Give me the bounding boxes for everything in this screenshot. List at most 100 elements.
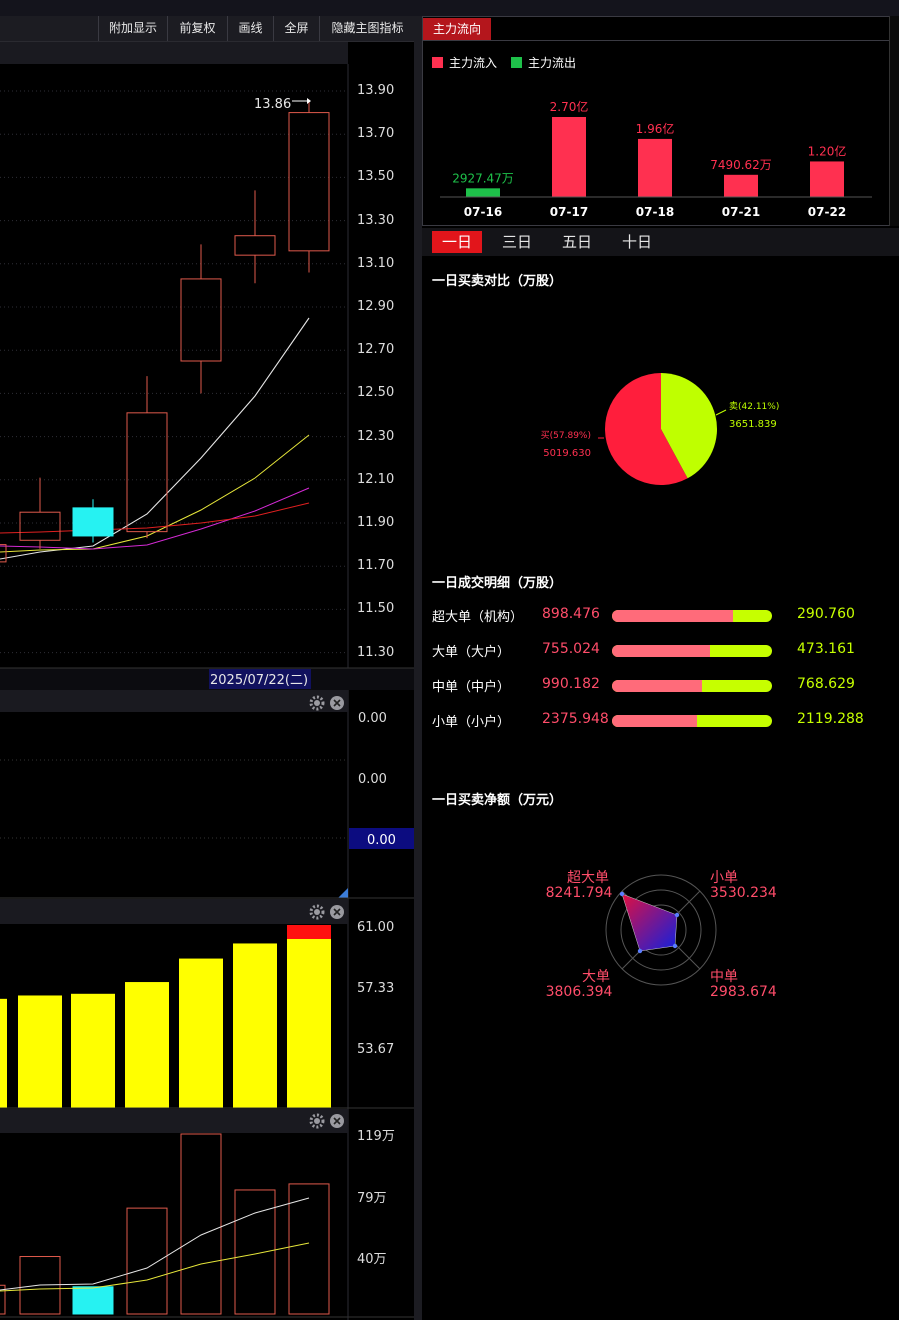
detail-row-ratio-bar — [612, 645, 772, 657]
flow-date-label: 07-22 — [808, 205, 846, 219]
indicator2-bar — [0, 998, 7, 1108]
detail-row-buy: 755.024 — [542, 641, 600, 657]
pie-sell-label: 卖(42.11%) — [729, 401, 779, 412]
flow-date-label: 07-18 — [636, 205, 674, 219]
toolbar-adjust-button[interactable]: 前复权 — [167, 16, 227, 41]
indicator1-close-icon[interactable] — [330, 696, 344, 710]
price-axis-label: 13.90 — [357, 83, 395, 98]
price-axis-label: 11.30 — [357, 644, 395, 660]
pie-buy-value: 5019.630 — [543, 448, 591, 459]
tab-main-flow[interactable]: 主力流向 — [423, 18, 491, 40]
radar-value-2: 2983.674 — [710, 984, 777, 1000]
price-axis-label: 13.10 — [357, 255, 395, 271]
price-axis-label: 12.70 — [357, 342, 395, 358]
pie-buy-label: 买(57.89%) — [541, 430, 591, 441]
price-axis-label: 13.70 — [357, 126, 395, 142]
resize-corner-icon[interactable] — [338, 888, 348, 898]
detail-row-label: 小单（小户） — [432, 715, 511, 730]
flow-bar-label: 7490.62万 — [710, 158, 772, 172]
indicator2-label-2: 53.67 — [357, 1042, 394, 1057]
indicator1-label-mid: 0.00 — [358, 772, 387, 787]
toolbar-fullscreen-button[interactable]: 全屏 — [273, 16, 319, 41]
flow-scrollbar[interactable] — [889, 16, 899, 226]
pie-sell-value: 3651.839 — [729, 419, 777, 430]
detail-row: 小单（小户） 2375.948 2119.288 — [432, 711, 872, 731]
tab-5day[interactable]: 五日 — [552, 231, 602, 253]
chart-toolbar: 附加显示 前复权 画线 全屏 隐藏主图指标 — [0, 16, 414, 42]
indicator2-close-icon[interactable] — [330, 905, 344, 919]
indicator2-bars — [0, 925, 331, 1108]
indicator2-bar — [125, 982, 169, 1108]
radar-name-1: 小单 — [710, 870, 738, 886]
flow-date-label: 07-16 — [464, 205, 502, 219]
flow-bar-label: 1.96亿 — [636, 121, 675, 136]
flow-bar — [810, 161, 844, 197]
pie-title: 一日买卖对比（万股） — [432, 274, 563, 289]
detail-row-label: 大单（大户） — [432, 645, 511, 660]
flow-date-label: 07-21 — [722, 205, 760, 219]
price-axis-label: 13.30 — [357, 212, 395, 228]
indicator2-bar — [233, 943, 277, 1108]
legend-inflow-label: 主力流入 — [449, 56, 498, 70]
detail-row-sell: 768.629 — [797, 676, 855, 692]
candle-body — [234, 235, 276, 256]
volume-bar — [180, 1133, 222, 1315]
radar-value-3: 3806.394 — [546, 984, 613, 1000]
date-bar — [0, 668, 414, 690]
tab-10day[interactable]: 十日 — [612, 231, 662, 253]
volume-close-icon[interactable] — [330, 1114, 344, 1128]
flow-chart-svg: 2927.47万 07-16 2.70亿 07-17 1.96亿 07-18 7490.62… — [440, 99, 872, 219]
current-date-label: 2025/07/22(二) — [210, 673, 308, 688]
detail-row: 大单（大户） 755.024 473.161 — [432, 641, 872, 661]
detail-row-buy: 990.182 — [542, 676, 600, 692]
tab-3day[interactable]: 三日 — [492, 231, 542, 253]
flow-bar — [724, 174, 758, 197]
detail-row-ratio-bar — [612, 610, 772, 622]
flow-bar-label: 1.20亿 — [808, 143, 847, 158]
volume-label-1: 79万 — [357, 1191, 387, 1206]
legend-inflow-swatch — [432, 57, 443, 68]
radar-value-1: 3530.234 — [710, 885, 777, 901]
toolbar-hide-indicator-button[interactable]: 隐藏主图指标 — [319, 16, 415, 41]
flow-bar-label: 2927.47万 — [452, 171, 514, 185]
flow-bar-label: 2.70亿 — [550, 99, 589, 114]
legend-outflow-swatch — [511, 57, 522, 68]
volume-bar — [126, 1207, 168, 1315]
volume-ma10-line — [0, 1242, 310, 1292]
candle-body — [180, 278, 222, 362]
toolbar-extra-display-button[interactable]: 附加显示 — [98, 16, 167, 41]
detail-row: 中单（中户） 990.182 768.629 — [432, 676, 872, 696]
buy-sell-pie: 买(57.89%) 5019.630 卖(42.11%) 3651.839 — [541, 373, 779, 485]
radar-name-2: 中单 — [710, 969, 738, 985]
legend-inflow: 主力流入 — [432, 54, 497, 71]
detail-row-label: 中单（中户） — [432, 680, 511, 695]
indicator1-current-value: 0.00 — [367, 833, 396, 848]
flow-bar — [552, 117, 586, 197]
toolbar-draw-button[interactable]: 画线 — [227, 16, 273, 41]
high-marker-label: 13.86 — [254, 97, 291, 112]
legend-outflow: 主力流出 — [511, 54, 576, 71]
left-charts-svg: 13.86 2025/07/22(二) 0.00 0.00 0.00 61.00… — [0, 64, 414, 1320]
indicator2-bar-cap — [287, 925, 331, 939]
price-axis-label: 13.50 — [357, 169, 395, 185]
top-strip — [0, 0, 899, 16]
flow-bar — [638, 138, 672, 197]
volume-ma5-line — [0, 1197, 310, 1291]
indicator2-label-0: 61.00 — [357, 920, 394, 935]
detail-row-ratio-bar — [612, 680, 772, 692]
detail-row-label: 超大单（机构） — [432, 610, 524, 625]
panel-divider[interactable] — [414, 16, 422, 1320]
detail-row-buy: 2375.948 — [542, 711, 609, 727]
tab-1day[interactable]: 一日 — [432, 231, 482, 253]
net-radar-chart: 超大单 8241.794 小单 3530.234 中单 2983.674 大单 … — [546, 870, 777, 1000]
candles-group — [0, 99, 330, 563]
period-tabs: 一日 三日 五日 十日 — [422, 228, 899, 256]
indicator2-bar — [18, 995, 62, 1108]
price-axis-label: 11.90 — [357, 515, 395, 530]
price-axis-label: 12.50 — [357, 385, 395, 401]
detail-row-ratio-bar — [612, 715, 772, 727]
radar-value-0: 8241.794 — [546, 885, 613, 901]
volume-label-0: 119万 — [357, 1129, 395, 1144]
volume-bar — [288, 1183, 330, 1315]
detail-row-sell: 2119.288 — [797, 711, 864, 727]
